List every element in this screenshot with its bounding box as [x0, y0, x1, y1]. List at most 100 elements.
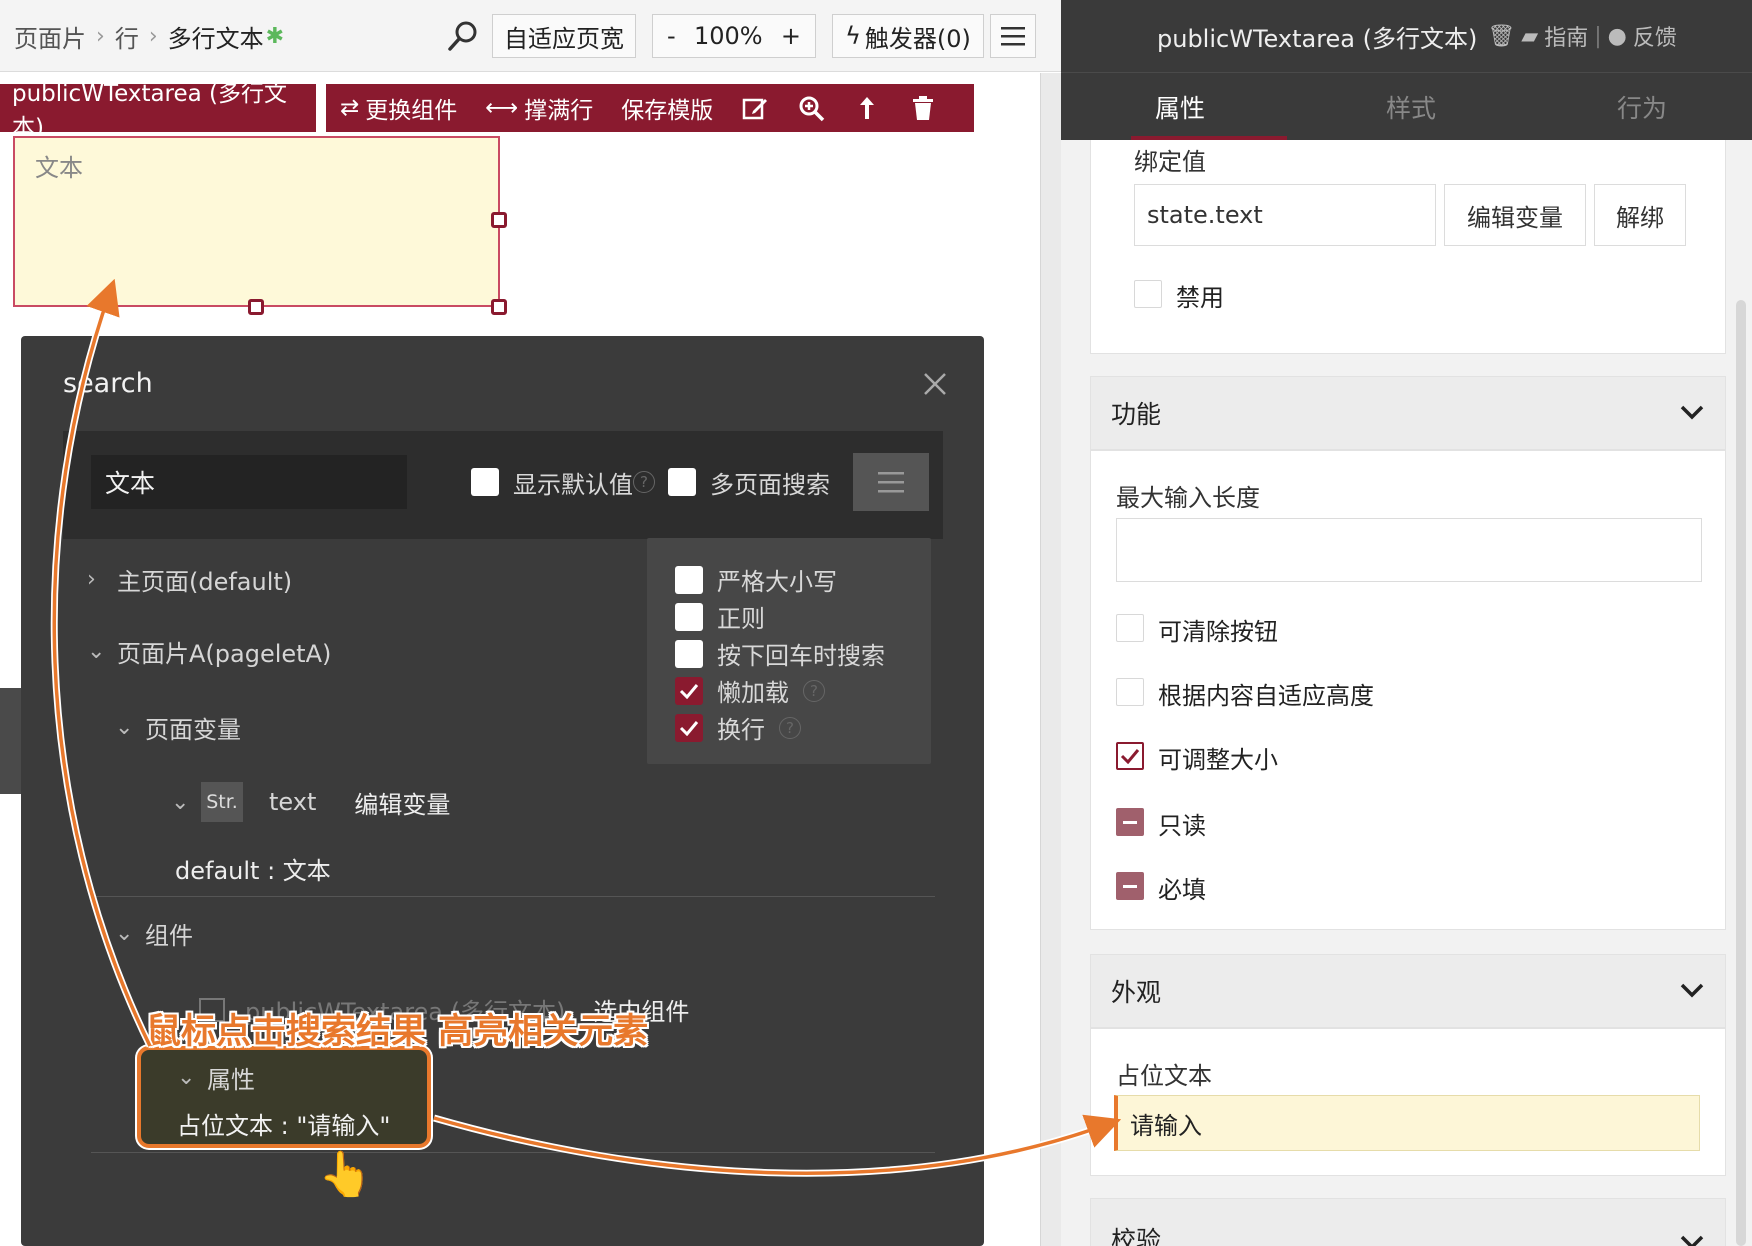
triggers-button[interactable]: ϟ 触发器(0): [832, 14, 984, 58]
tree-item-variable[interactable]: ⌄ Str. text 编辑变量: [171, 782, 450, 822]
tab-behavior[interactable]: 行为: [1617, 73, 1667, 141]
string-type-badge: Str.: [201, 782, 243, 822]
close-icon[interactable]: [921, 370, 949, 398]
tree-item-page-vars[interactable]: ⌄ 页面变量: [115, 710, 241, 745]
section-title: 校验: [1111, 1226, 1162, 1246]
tree-item-pagelet[interactable]: ⌄ 页面片A(pageletA): [87, 634, 331, 669]
placeholder-label: 占位文本: [1116, 1062, 1212, 1090]
feedback-link[interactable]: 反馈: [1633, 20, 1677, 52]
chevron-down-icon: ⌄: [87, 639, 106, 664]
section-title: 功能: [1111, 400, 1162, 429]
save-template-button[interactable]: 保存模版: [607, 84, 727, 132]
resizable-checkbox[interactable]: [1116, 742, 1144, 770]
guide-link[interactable]: 指南: [1544, 20, 1588, 52]
option-regex[interactable]: 正则: [675, 599, 765, 634]
chevron-right-icon: ›: [96, 23, 105, 49]
bind-value-field[interactable]: state.text: [1134, 184, 1436, 246]
edit-variable-button[interactable]: 编辑变量: [1444, 184, 1586, 246]
trash-icon[interactable]: 🗑: [1487, 24, 1515, 49]
zoom-out-button[interactable]: -: [667, 22, 676, 50]
resize-handle-bottom[interactable]: [248, 299, 264, 315]
highlighted-search-result[interactable]: ⌄ 属性 占位文本 : "请输入": [137, 1046, 431, 1148]
variable-default-result[interactable]: default : 文本: [175, 851, 331, 886]
section-function-header[interactable]: 功能: [1090, 376, 1726, 450]
option-case-sensitive[interactable]: 严格大小写: [675, 562, 837, 597]
menu-button[interactable]: [990, 14, 1036, 58]
tree-item-props[interactable]: ⌄ 属性: [177, 1060, 255, 1095]
disabled-checkbox[interactable]: [1134, 280, 1162, 308]
delete-component-button[interactable]: [895, 84, 951, 132]
show-default-checkbox[interactable]: [471, 468, 499, 496]
tree-item-label: 组件: [145, 922, 193, 950]
zoom-component-button[interactable]: [783, 84, 839, 132]
chevron-right-icon: ›: [87, 567, 96, 592]
top-toolbar: 页面片 › 行 › 多行文本 ✱ 自适应页宽 - 100% + ϟ 触发器(0): [0, 0, 1061, 72]
collapse-handle[interactable]: [0, 688, 22, 794]
edit-button[interactable]: [727, 84, 783, 132]
max-length-input[interactable]: [1116, 518, 1702, 582]
option-lazy-load[interactable]: 懒加载 ?: [675, 673, 825, 708]
triggers-label: 触发器(0): [864, 24, 971, 53]
required-checkbox[interactable]: [1116, 872, 1144, 900]
help-icon[interactable]: ?: [803, 679, 825, 702]
placeholder-textarea[interactable]: 请输入: [1114, 1095, 1700, 1151]
section-title: 外观: [1111, 978, 1162, 1007]
textarea-component[interactable]: 文本: [13, 136, 500, 307]
option-checkbox[interactable]: [675, 565, 703, 594]
properties-scrollbar[interactable]: [1736, 300, 1746, 1246]
search-icon[interactable]: [446, 18, 482, 54]
chevron-down-icon: ⌄: [115, 921, 134, 946]
search-input[interactable]: [91, 455, 407, 509]
tree-item-components[interactable]: ⌄ 组件: [115, 916, 193, 951]
hamburger-icon: [1001, 27, 1025, 46]
unbind-button[interactable]: 解绑: [1594, 184, 1686, 246]
trash-icon: [913, 96, 934, 120]
help-icon[interactable]: ?: [633, 471, 655, 493]
section-validation-header[interactable]: 校验: [1090, 1198, 1726, 1246]
readonly-checkbox[interactable]: [1116, 808, 1144, 836]
replace-component-button[interactable]: ⇄ 更换组件: [326, 84, 471, 132]
clearable-checkbox[interactable]: [1116, 614, 1144, 642]
option-label: 正则: [717, 605, 765, 633]
breadcrumb-item[interactable]: 页面片: [14, 19, 86, 54]
option-checkbox[interactable]: [675, 602, 703, 631]
fill-row-button[interactable]: ⟷ 撑满行: [471, 84, 607, 132]
zoom-in-icon: [799, 96, 825, 122]
clearable-label: 可清除按钮: [1158, 618, 1278, 646]
panel-title: publicWTextarea (多行文本): [1157, 24, 1478, 53]
option-label: 严格大小写: [717, 568, 837, 596]
indeterminate-icon: [1123, 820, 1137, 824]
autosize-checkbox[interactable]: [1116, 678, 1144, 706]
variable-name: text: [269, 788, 317, 816]
select-parent-button[interactable]: [839, 84, 895, 132]
option-checkbox[interactable]: [675, 713, 703, 742]
tree-item-main-page[interactable]: › 主页面(default): [87, 562, 292, 597]
section-appearance-header[interactable]: 外观: [1090, 954, 1726, 1028]
breadcrumb-item[interactable]: 行: [115, 19, 139, 54]
resize-handle-right[interactable]: [491, 212, 507, 228]
option-checkbox[interactable]: [675, 676, 703, 705]
chevron-down-icon: ⌄: [171, 789, 190, 815]
search-options-button[interactable]: [853, 453, 929, 511]
canvas-scrollbar[interactable]: [1040, 73, 1061, 1246]
resize-handle-corner[interactable]: [491, 299, 507, 315]
resizable-label: 可调整大小: [1158, 746, 1278, 774]
option-label: 按下回车时搜索: [717, 642, 885, 670]
placeholder-prop-result[interactable]: 占位文本 : "请输入": [177, 1106, 390, 1141]
option-search-on-enter[interactable]: 按下回车时搜索: [675, 636, 885, 671]
arrows-horizontal-icon: ⟷: [485, 95, 519, 121]
pointing-hand-icon: 👆: [318, 1149, 373, 1200]
tab-style[interactable]: 样式: [1386, 73, 1436, 141]
zoom-in-button[interactable]: +: [781, 22, 801, 50]
chevron-down-icon: ⌄: [177, 1065, 196, 1090]
tab-properties[interactable]: 属性: [1155, 73, 1205, 141]
search-options-panel: 严格大小写 正则 按下回车时搜索 懒加载 ? 换行 ?: [647, 538, 931, 764]
option-checkbox[interactable]: [675, 639, 703, 668]
selected-component-label[interactable]: publicWTextarea (多行文本): [0, 81, 316, 141]
fit-width-button[interactable]: 自适应页宽: [492, 14, 636, 58]
help-icon[interactable]: ?: [779, 716, 801, 739]
bind-label: 绑定值: [1134, 148, 1206, 176]
edit-variable-link[interactable]: 编辑变量: [354, 785, 450, 820]
option-wrap[interactable]: 换行 ?: [675, 710, 801, 745]
multi-page-checkbox[interactable]: [668, 468, 696, 496]
